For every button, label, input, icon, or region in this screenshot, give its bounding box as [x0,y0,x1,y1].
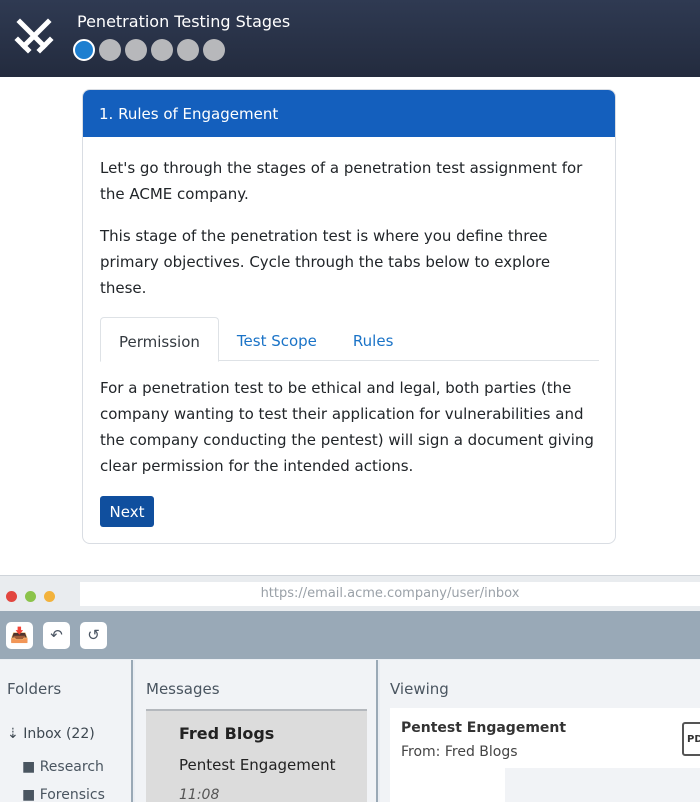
page-title: Penetration Testing Stages [77,12,291,31]
message-time: 11:08 [179,787,220,802]
inbox-folder[interactable]: ⇣ Inbox (22) [7,726,95,742]
description-text: This stage of the penetration test is wh… [100,227,551,297]
download-tray-icon: ⇣ [7,726,19,742]
inbox-folder-label: Inbox (22) [23,726,95,742]
intro-text: Let's go through the stages of a penetra… [100,159,583,203]
stage-dot-1[interactable] [73,39,95,61]
reply-icon[interactable]: ↶ [43,622,70,649]
stage-progress [73,39,225,61]
email-view: Pentest Engagement From: Fred Blogs PDF [390,708,700,802]
mail-toolbar: 📥 ↶ ↺ [0,611,700,659]
tab-test-scope[interactable]: Test Scope [219,317,335,361]
maximize-window-icon[interactable] [25,591,36,602]
tab-permission[interactable]: Permission [100,317,219,362]
email-from: From: Fred Blogs [401,744,518,760]
address-bar[interactable]: https://email.acme.company/user/inbox [80,582,700,606]
tab-rules[interactable]: Rules [335,317,411,361]
folder-research[interactable]: ■ Research [22,759,104,775]
inbox-icon[interactable]: 📥 [6,622,33,649]
stage-dot-2[interactable] [99,39,121,61]
folder-forensics-label: Forensics [39,787,105,802]
folders-heading: Folders [7,680,62,698]
browser-titlebar: https://email.acme.company/user/inbox [0,575,700,611]
next-button[interactable]: Next [100,496,154,527]
stage-dot-5[interactable] [177,39,199,61]
tab-bar: Permission Test Scope Rules [100,317,599,362]
message-list-item[interactable]: Fred Blogs Pentest Engagement 11:08 [146,709,367,802]
overlay-panel [505,768,700,802]
crossed-swords-icon [14,18,54,54]
stage-dot-6[interactable] [203,39,225,61]
email-subject: Pentest Engagement [401,720,567,736]
close-window-icon[interactable] [6,591,17,602]
viewing-heading: Viewing [390,680,449,698]
stage-card: 1. Rules of Engagement Let's go through … [82,89,616,544]
message-subject: Pentest Engagement [179,756,336,774]
email-client-window: https://email.acme.company/user/inbox 📥 … [0,575,700,802]
viewing-pane: Viewing Pentest Engagement From: Fred Bl… [380,660,700,802]
folder-icon: ■ [22,787,36,802]
message-sender: Fred Blogs [179,724,275,743]
folder-research-label: Research [39,759,104,775]
folders-pane: Folders ⇣ Inbox (22) ■ Research ■ Forens… [0,660,133,802]
tab-content: For a penetration test to be ethical and… [100,379,594,475]
stage-dot-3[interactable] [125,39,147,61]
pdf-attachment-icon[interactable]: PDF [682,722,700,756]
messages-heading: Messages [146,680,220,698]
stage-dot-4[interactable] [151,39,173,61]
folder-icon: ■ [22,759,36,775]
minimize-window-icon[interactable] [44,591,55,602]
app-header: Penetration Testing Stages [0,0,700,77]
card-title: 1. Rules of Engagement [83,90,615,137]
folder-forensics[interactable]: ■ Forensics [22,787,105,802]
reply-all-icon[interactable]: ↺ [80,622,107,649]
